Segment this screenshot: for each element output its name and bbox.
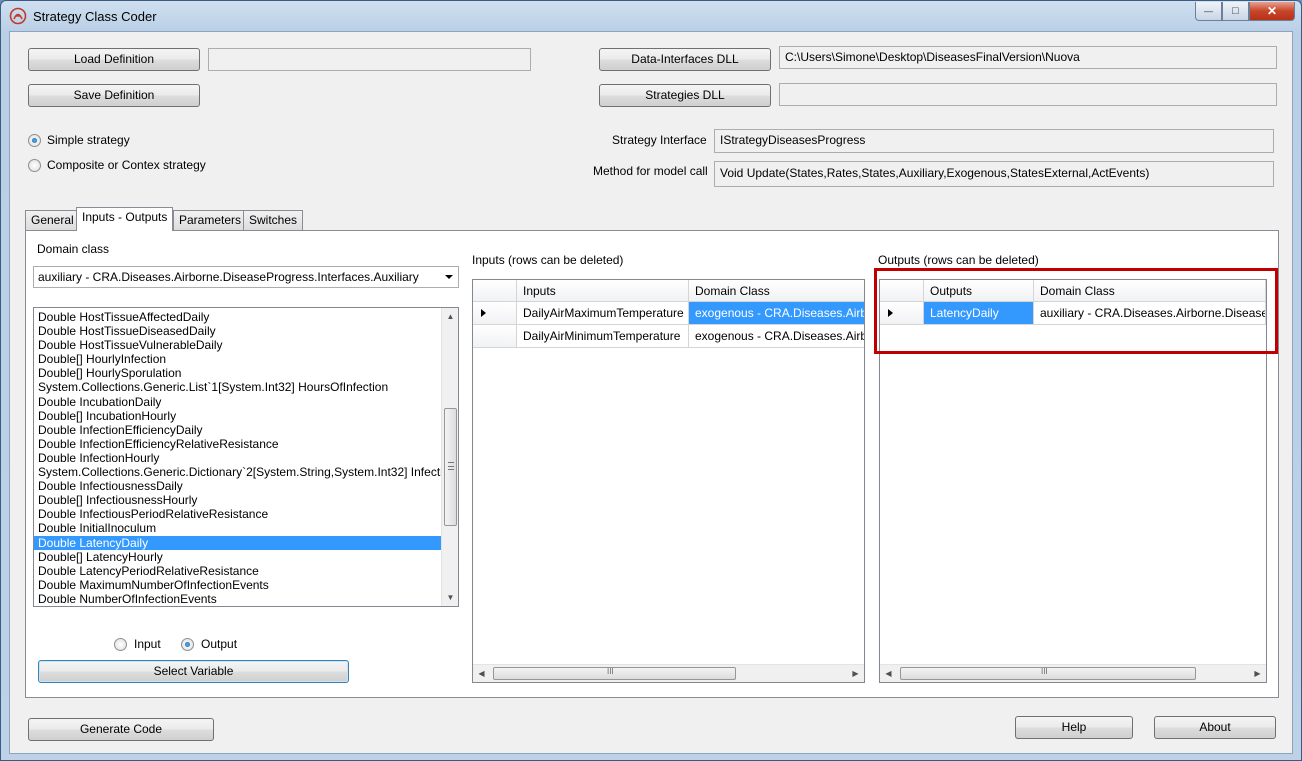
about-button[interactable]: About bbox=[1154, 716, 1276, 739]
list-item[interactable]: Double InitialInoculum bbox=[34, 521, 441, 535]
variables-vertical-scrollbar[interactable]: ▲ ▼ bbox=[441, 308, 458, 606]
scroll-up-icon[interactable]: ▲ bbox=[442, 308, 458, 325]
scroll-right-icon[interactable]: ▶ bbox=[847, 665, 864, 682]
tab-general[interactable]: General bbox=[25, 210, 80, 230]
definition-path-field[interactable] bbox=[208, 48, 531, 71]
grip-icon bbox=[448, 462, 454, 470]
data-interfaces-dll-button[interactable]: Data-Interfaces DLL bbox=[599, 48, 771, 71]
list-item[interactable]: Double[] HourlySporulation bbox=[34, 366, 441, 380]
table-cell[interactable]: DailyAirMaximumTemperature bbox=[517, 302, 689, 325]
simple-strategy-radio[interactable] bbox=[28, 134, 41, 147]
save-definition-button[interactable]: Save Definition bbox=[28, 84, 200, 107]
inputs-column-header[interactable]: Inputs bbox=[517, 280, 689, 302]
list-item[interactable]: Double InfectiousPeriodRelativeResistanc… bbox=[34, 507, 441, 521]
grip-icon: III bbox=[1041, 667, 1048, 676]
chevron-down-icon bbox=[445, 275, 453, 279]
variables-listbox[interactable]: Double HostTissueAffectedDaily Double Hos… bbox=[33, 307, 459, 607]
domain-class-label: Domain class bbox=[37, 242, 110, 256]
list-item[interactable]: Double IncubationDaily bbox=[34, 395, 441, 409]
load-definition-button[interactable]: Load Definition bbox=[28, 48, 200, 71]
list-item[interactable]: Double HostTissueDiseasedDaily bbox=[34, 324, 441, 338]
scroll-left-icon[interactable]: ◀ bbox=[880, 665, 897, 682]
domain-class-column-header[interactable]: Domain Class bbox=[689, 280, 864, 302]
current-row-icon bbox=[481, 309, 486, 317]
list-item[interactable]: Double InfectiousnessDaily bbox=[34, 479, 441, 493]
list-item[interactable]: Double InfectionHourly bbox=[34, 451, 441, 465]
maximize-icon: □ bbox=[1232, 4, 1239, 17]
composite-strategy-label: Composite or Contex strategy bbox=[47, 158, 206, 172]
list-item[interactable]: System.Collections.Generic.List`1[System… bbox=[34, 380, 441, 394]
output-radio-label: Output bbox=[201, 637, 238, 651]
select-variable-button[interactable]: Select Variable bbox=[38, 660, 349, 683]
scroll-thumb[interactable]: III bbox=[900, 667, 1196, 680]
list-item[interactable]: Double[] InfectiousnessHourly bbox=[34, 493, 441, 507]
table-row[interactable]: DailyAirMaximumTemperature exogenous - C… bbox=[473, 302, 864, 325]
list-item[interactable]: Double LatencyDaily bbox=[34, 535, 441, 550]
close-icon: ✕ bbox=[1266, 4, 1278, 18]
table-cell[interactable]: DailyAirMinimumTemperature bbox=[517, 325, 689, 348]
tab-switches[interactable]: Switches bbox=[243, 210, 304, 230]
window-title: Strategy Class Coder bbox=[33, 9, 157, 24]
strategy-interface-field[interactable]: IStrategyDiseasesProgress bbox=[714, 129, 1274, 153]
table-row[interactable]: DailyAirMinimumTemperature exogenous - C… bbox=[473, 325, 864, 348]
list-item[interactable]: Double[] LatencyHourly bbox=[34, 550, 441, 564]
scroll-right-icon[interactable]: ▶ bbox=[1249, 665, 1266, 682]
scroll-thumb[interactable]: III bbox=[493, 667, 736, 680]
input-radio-label: Input bbox=[134, 637, 161, 651]
input-radio[interactable] bbox=[114, 638, 127, 651]
inputs-grid-caption: Inputs (rows can be deleted) bbox=[472, 253, 624, 267]
simple-strategy-label: Simple strategy bbox=[47, 133, 130, 147]
strategies-path-field[interactable] bbox=[779, 83, 1277, 106]
minimize-button[interactable]: — bbox=[1195, 2, 1222, 21]
domain-class-combo[interactable]: auxiliary - CRA.Diseases.Airborne.Diseas… bbox=[33, 266, 459, 288]
output-radio[interactable] bbox=[181, 638, 194, 651]
maximize-button[interactable]: □ bbox=[1222, 2, 1249, 21]
table-cell[interactable]: exogenous - CRA.Diseases.Airborne.Diseas… bbox=[689, 325, 864, 348]
outputs-grid-caption: Outputs (rows can be deleted) bbox=[878, 253, 1039, 267]
list-item[interactable]: Double MaximumNumberOfInfectionEvents bbox=[34, 578, 441, 592]
highlight-box bbox=[874, 268, 1278, 354]
main-window: Strategy Class Coder — □ ✕ Load Definiti… bbox=[0, 0, 1302, 761]
list-item[interactable]: Double HostTissueAffectedDaily bbox=[34, 310, 441, 324]
domain-class-value: auxiliary - CRA.Diseases.Airborne.Diseas… bbox=[38, 270, 419, 284]
table-cell[interactable]: exogenous - CRA.Diseases.Airborne.Diseas… bbox=[689, 302, 864, 325]
tab-parameters[interactable]: Parameters bbox=[173, 210, 248, 230]
strategies-dll-button[interactable]: Strategies DLL bbox=[599, 84, 771, 107]
row-selector[interactable] bbox=[473, 325, 517, 348]
composite-strategy-radio[interactable] bbox=[28, 159, 41, 172]
list-item[interactable]: Double LatencyPeriodRelativeResistance bbox=[34, 564, 441, 578]
row-selector[interactable] bbox=[473, 302, 517, 325]
list-item[interactable]: System.Collections.Generic.Dictionary`2[… bbox=[34, 465, 441, 479]
inputs-grid[interactable]: Inputs Domain Class DailyAirMaximumTempe… bbox=[472, 279, 865, 683]
tab-inputs-outputs[interactable]: Inputs - Outputs bbox=[76, 207, 174, 231]
title-bar[interactable]: Strategy Class Coder — □ ✕ bbox=[1, 1, 1301, 31]
method-label: Method for model call bbox=[593, 164, 708, 178]
help-button[interactable]: Help bbox=[1015, 716, 1133, 739]
scroll-thumb[interactable] bbox=[444, 408, 457, 526]
close-button[interactable]: ✕ bbox=[1249, 2, 1295, 21]
scroll-down-icon[interactable]: ▼ bbox=[442, 589, 458, 606]
list-item[interactable]: Double[] IncubationHourly bbox=[34, 409, 441, 423]
list-item[interactable]: Double[] HourlyInfection bbox=[34, 352, 441, 366]
scroll-left-icon[interactable]: ◀ bbox=[473, 665, 490, 682]
app-logo-icon bbox=[9, 7, 27, 25]
outputs-horizontal-scrollbar[interactable]: ◀ III ▶ bbox=[880, 664, 1266, 682]
row-header-corner bbox=[473, 280, 517, 302]
inputs-horizontal-scrollbar[interactable]: ◀ III ▶ bbox=[473, 664, 864, 682]
strategy-interface-label: Strategy Interface bbox=[612, 133, 707, 147]
list-item[interactable]: Double InfectionEfficiencyRelativeResist… bbox=[34, 437, 441, 451]
grip-icon: III bbox=[607, 667, 614, 676]
generate-code-button[interactable]: Generate Code bbox=[28, 718, 214, 741]
minimize-icon: — bbox=[1204, 5, 1213, 16]
list-item[interactable]: Double HostTissueVulnerableDaily bbox=[34, 338, 441, 352]
method-field[interactable]: Void Update(States,Rates,States,Auxiliar… bbox=[714, 161, 1274, 187]
list-item[interactable]: Double InfectionEfficiencyDaily bbox=[34, 423, 441, 437]
data-interfaces-path-field[interactable]: C:\Users\Simone\Desktop\DiseasesFinalVer… bbox=[779, 46, 1277, 69]
list-item[interactable]: Double NumberOfInfectionEvents bbox=[34, 592, 441, 606]
